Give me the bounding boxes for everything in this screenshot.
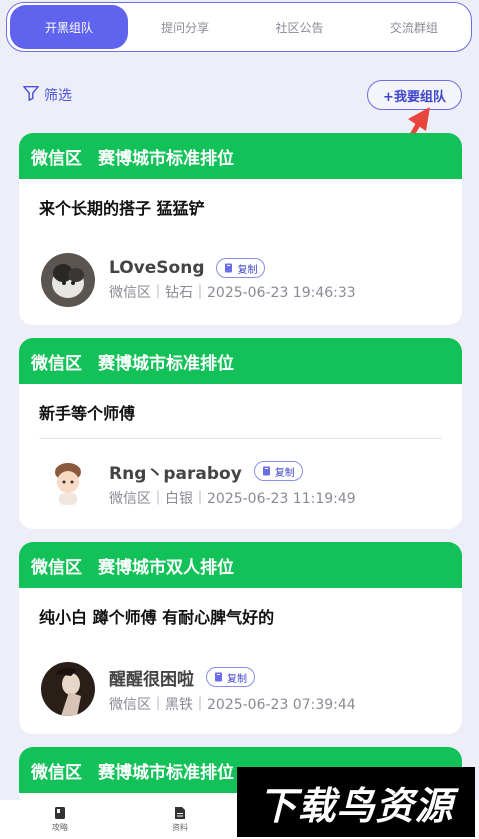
card-region: 微信区 — [31, 148, 82, 169]
user-meta: 微信区｜黑铁｜2025-06-23 07:39:44 — [109, 696, 356, 713]
avatar[interactable] — [41, 456, 95, 510]
filter-label: 筛选 — [44, 88, 72, 104]
user-meta: 微信区｜白银｜2025-06-23 11:19:49 — [109, 490, 356, 507]
copy-label: 复制 — [227, 673, 247, 685]
team-card[interactable]: 微信区 赛博城市标准排位 新手等个师傅 Rng丶paraboy 复制 微信区｜白… — [19, 338, 462, 529]
card-header: 微信区 赛博城市标准排位 — [19, 338, 462, 384]
nav-data-label: 资料 — [172, 823, 188, 832]
card-region: 微信区 — [31, 353, 82, 374]
nav-data[interactable]: 资料 — [120, 800, 240, 839]
username: LOveSong — [109, 258, 205, 278]
copy-button[interactable]: 复制 — [253, 461, 303, 481]
copy-icon — [225, 263, 233, 272]
tab-team-up[interactable]: 开黑组队 — [10, 5, 128, 49]
card-title: 新手等个师傅 — [39, 404, 136, 423]
card-mode: 赛博城市标准排位 — [98, 353, 234, 374]
book-icon — [55, 807, 65, 819]
card-mode: 赛博城市双人排位 — [98, 557, 234, 578]
copy-button[interactable]: 复制 — [216, 258, 266, 278]
card-user: LOveSong 复制 微信区｜钻石｜2025-06-23 19:46:33 — [41, 253, 356, 307]
avatar[interactable] — [41, 662, 95, 716]
card-mode: 赛博城市标准排位 — [98, 148, 234, 169]
funnel-icon — [22, 84, 40, 106]
nav-guide[interactable]: 攻略 — [0, 800, 120, 839]
user-meta: 微信区｜钻石｜2025-06-23 19:46:33 — [109, 285, 356, 301]
tab-announcements[interactable]: 社区公告 — [242, 3, 356, 51]
card-title: 来个长期的搭子 猛猛铲 — [39, 199, 205, 218]
filter-button[interactable]: 筛选 — [22, 84, 72, 106]
divider — [39, 438, 442, 439]
avatar[interactable] — [41, 253, 95, 307]
username: Rng丶paraboy — [109, 463, 242, 484]
tab-questions[interactable]: 提问分享 — [128, 3, 242, 51]
top-tab-bar: 开黑组队 提问分享 社区公告 交流群组 — [6, 2, 472, 52]
copy-icon — [215, 672, 222, 681]
card-user: 醒醒很困啦 复制 微信区｜黑铁｜2025-06-23 07:39:44 — [41, 662, 356, 716]
card-header: 微信区 赛博城市双人排位 — [19, 542, 462, 588]
document-icon — [175, 807, 185, 819]
copy-button[interactable]: 复制 — [206, 667, 255, 687]
card-header: 微信区 赛博城市标准排位 — [19, 133, 462, 179]
copy-label: 复制 — [274, 467, 295, 479]
card-region: 微信区 — [31, 762, 82, 783]
tab-groups[interactable]: 交流群组 — [357, 3, 471, 51]
team-card[interactable]: 微信区 赛博城市标准排位 来个长期的搭子 猛猛铲 LOveSong 复制 微信区… — [19, 133, 462, 325]
team-card[interactable]: 微信区 赛博城市双人排位 纯小白 蹲个师傅 有耐心脾气好的 醒醒很困啦 复制 微… — [19, 542, 462, 734]
watermark-logo: 下载鸟资源 — [237, 767, 475, 837]
card-region: 微信区 — [31, 557, 82, 578]
card-user: Rng丶paraboy 复制 微信区｜白银｜2025-06-23 11:19:4… — [41, 456, 356, 510]
username: 醒醒很困啦 — [109, 669, 194, 690]
card-title: 纯小白 蹲个师傅 有耐心脾气好的 — [39, 608, 275, 627]
card-mode: 赛博城市标准排位 — [98, 762, 234, 783]
nav-guide-label: 攻略 — [52, 823, 68, 832]
copy-icon — [262, 466, 270, 475]
copy-label: 复制 — [237, 264, 258, 276]
